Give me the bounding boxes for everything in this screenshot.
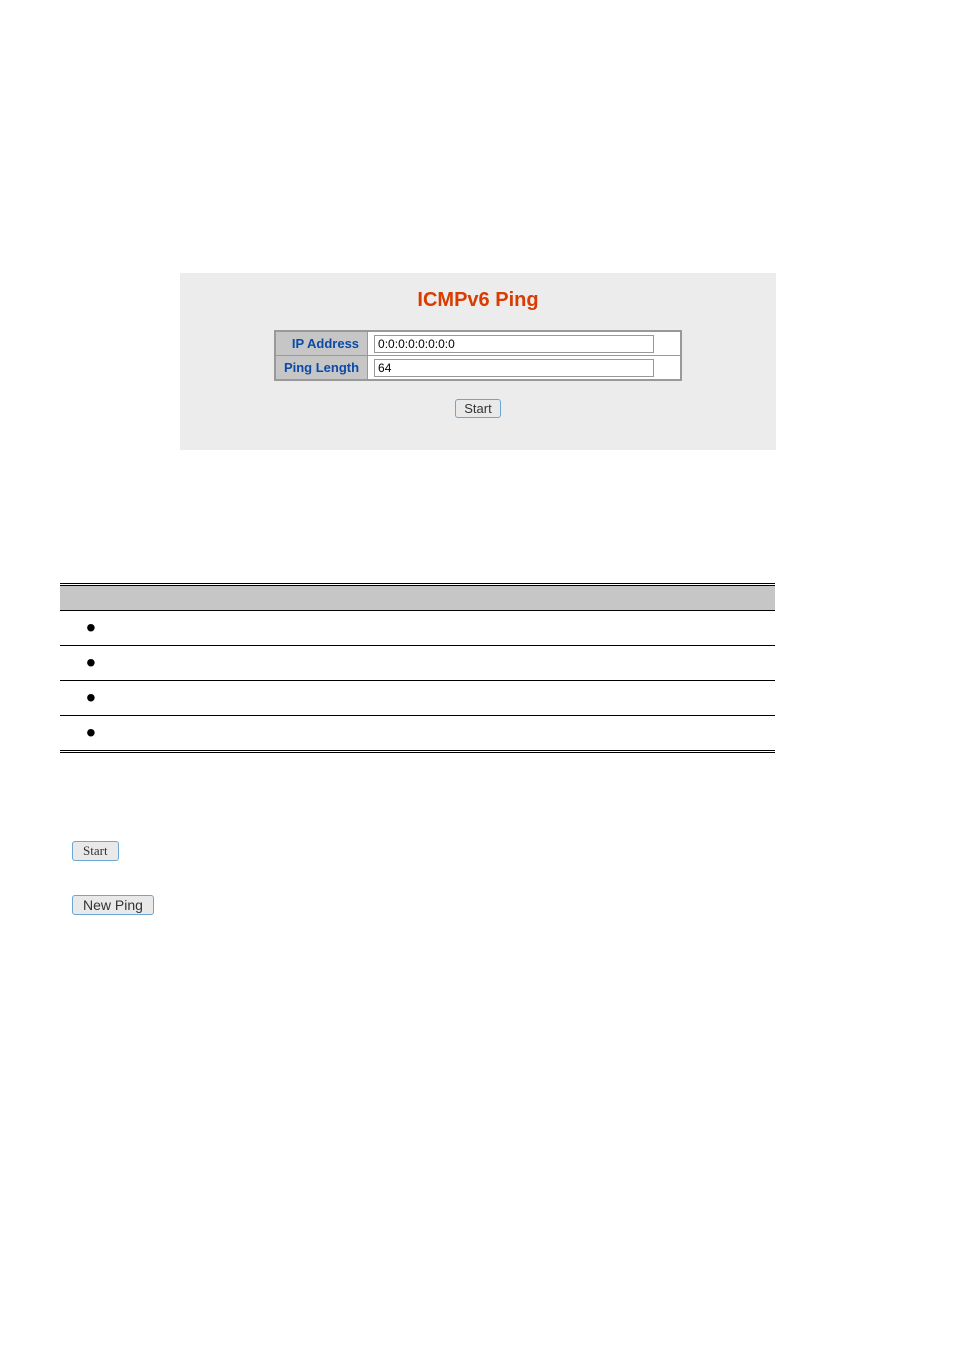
description-header-desc [215,585,775,611]
ping-length-cell [368,356,682,381]
description-cell [215,681,775,716]
bullet-icon: • [60,611,215,646]
ip-address-input[interactable] [374,335,654,353]
page: ICMPv6 Ping IP Address Ping Length Start [0,0,954,1350]
ping-form-table: IP Address Ping Length [274,330,682,381]
icmpv6-ping-panel: ICMPv6 Ping IP Address Ping Length Start [180,273,776,450]
description-table: • • • • [60,583,775,753]
description-header-row [60,585,775,611]
description-cell [215,611,775,646]
ip-address-cell [368,331,682,356]
new-ping-button[interactable]: New Ping [72,895,154,915]
panel-button-row: Start [180,399,776,418]
description-cell [215,716,775,752]
panel-title: ICMPv6 Ping [180,289,776,312]
description-row: • [60,681,775,716]
description-header-label [60,585,215,611]
bullet-icon: • [60,716,215,752]
ip-address-label: IP Address [275,331,368,356]
description-row: • [60,716,775,752]
bullet-icon: • [60,646,215,681]
ping-length-label: Ping Length [275,356,368,381]
bullet-icon: • [60,681,215,716]
description-row: • [60,646,775,681]
start-button-secondary[interactable]: Start [72,841,119,861]
form-row-ip: IP Address [275,331,681,356]
description-row: • [60,611,775,646]
start-button-block: Start [72,841,119,861]
description-cell [215,646,775,681]
form-row-length: Ping Length [275,356,681,381]
ping-length-input[interactable] [374,359,654,377]
start-button[interactable]: Start [455,399,500,418]
new-ping-button-block: New Ping [72,895,154,915]
